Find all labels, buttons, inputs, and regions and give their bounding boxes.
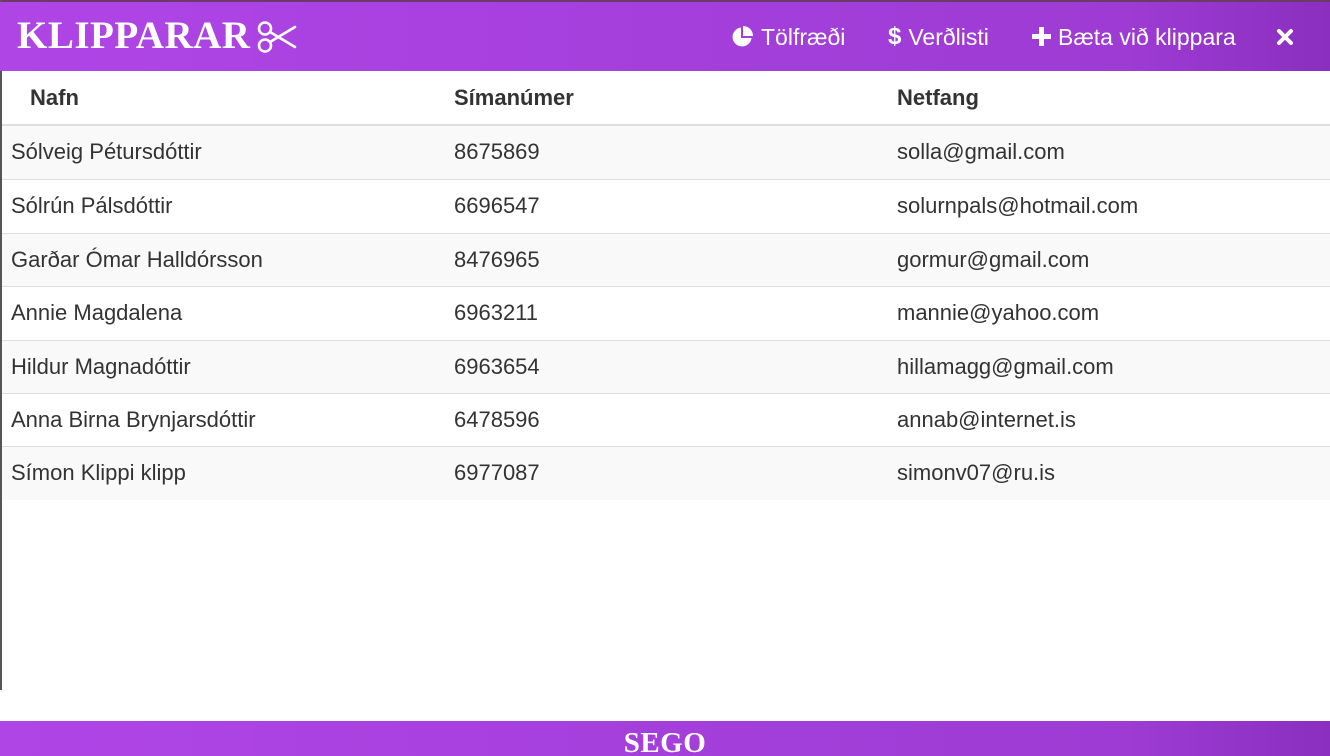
nav-add-barber[interactable]: Bæta við klippara bbox=[1032, 2, 1236, 71]
table-row[interactable]: Hildur Magnadóttir 6963654 hillamagg@gma… bbox=[2, 339, 1330, 393]
column-header-email[interactable]: Netfang bbox=[897, 85, 979, 111]
barber-email: gormur@gmail.com bbox=[897, 246, 1090, 272]
barber-email: solla@gmail.com bbox=[897, 139, 1065, 164]
barber-name: Anna Birna Brynjarsdóttir bbox=[11, 406, 256, 432]
barber-name: Sólrún Pálsdóttir bbox=[11, 193, 173, 219]
nav-price-list[interactable]: $ Verðlisti bbox=[888, 2, 989, 71]
barber-email: simonv07@ru.is bbox=[897, 460, 1056, 486]
footer-brand: SEGO bbox=[623, 727, 707, 756]
barber-name: Annie Magdalena bbox=[11, 300, 183, 326]
app-title: KLIPPARAR bbox=[17, 14, 251, 57]
column-header-name[interactable]: Nafn bbox=[30, 85, 79, 111]
barber-phone: 6696547 bbox=[454, 193, 540, 219]
nav-statistics[interactable]: Tölfræði bbox=[730, 2, 845, 71]
table-row[interactable]: Sólveig Pétursdóttir 8675869 solla@gmail… bbox=[2, 126, 1330, 180]
table-row[interactable]: Anna Birna Brynjarsdóttir 6478596 annab@… bbox=[2, 392, 1330, 447]
table-row[interactable]: Garðar Ómar Halldórsson 8476965 gormur@g… bbox=[2, 232, 1330, 287]
column-header-phone[interactable]: Símanúmer bbox=[454, 85, 574, 111]
barber-email: annab@internet.is bbox=[897, 406, 1076, 432]
barber-email: mannie@yahoo.com bbox=[897, 300, 1100, 326]
nav-add-barber-label: Bæta við klippara bbox=[1058, 23, 1236, 50]
nav-statistics-label: Tölfræði bbox=[761, 23, 846, 50]
scissors-icon bbox=[258, 21, 297, 53]
barber-table-body: Sólveig Pétursdóttir 8675869 solla@gmail… bbox=[2, 126, 1330, 500]
barber-phone: 6963211 bbox=[454, 300, 539, 326]
barber-email: hillamagg@gmail.com bbox=[897, 353, 1114, 379]
app-header: KLIPPARAR Tölfræði $ Verðlisti Bæta við … bbox=[0, 2, 1330, 71]
table-row[interactable]: Símon Klippi klipp 6977087 simonv07@ru.i… bbox=[2, 446, 1330, 500]
barber-phone: 8476965 bbox=[454, 246, 540, 272]
barber-email: solurnpals@hotmail.com bbox=[897, 193, 1139, 219]
plus-icon bbox=[1032, 27, 1051, 46]
barber-name: Garðar Ómar Halldórsson bbox=[11, 246, 263, 272]
barber-name: Símon Klippi klipp bbox=[11, 460, 186, 486]
barber-name: Sólveig Pétursdóttir bbox=[11, 139, 202, 164]
close-button[interactable] bbox=[1276, 2, 1294, 71]
close-icon bbox=[1277, 28, 1293, 45]
brand[interactable]: KLIPPARAR bbox=[17, 14, 298, 58]
table-header: Nafn Símanúmer Netfang bbox=[2, 71, 1330, 126]
barber-phone: 6478596 bbox=[454, 406, 540, 432]
barber-phone: 6977087 bbox=[454, 460, 540, 486]
barber-name: Hildur Magnadóttir bbox=[11, 353, 191, 379]
barber-phone: 8675869 bbox=[454, 139, 540, 164]
barber-phone: 6963654 bbox=[454, 353, 540, 379]
nav-price-list-label: Verðlisti bbox=[908, 23, 989, 50]
table-row[interactable]: Sólrún Pálsdóttir 6696547 solurnpals@hot… bbox=[2, 179, 1330, 233]
app-footer: SEGO bbox=[0, 721, 1330, 756]
table-row[interactable]: Annie Magdalena 6963211 mannie@yahoo.com bbox=[2, 286, 1330, 340]
dollar-icon: $ bbox=[888, 22, 902, 50]
pie-chart-icon bbox=[732, 25, 753, 46]
